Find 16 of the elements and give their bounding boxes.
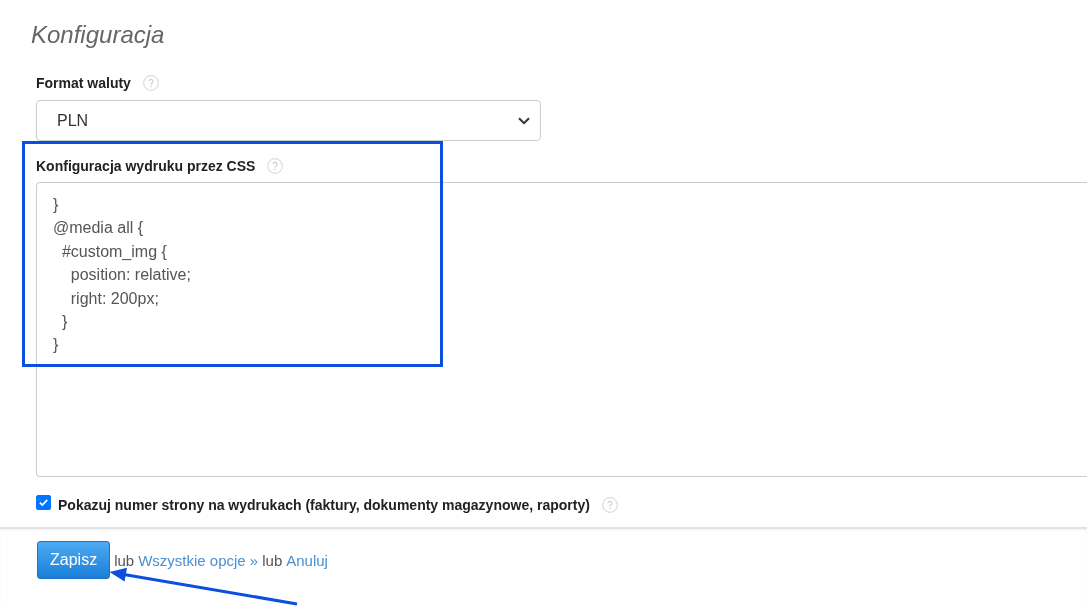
field-label: Konfiguracja wydruku przez CSS	[36, 157, 256, 176]
currency-select[interactable]: PLN	[36, 100, 541, 141]
link[interactable]: Anuluj	[286, 551, 328, 569]
page-title: Konfiguracja	[31, 21, 165, 49]
help-icon[interactable]	[267, 158, 284, 174]
chevron-down-icon	[518, 116, 530, 125]
field-label: Format waluty	[36, 74, 131, 93]
help-icon[interactable]	[601, 497, 618, 513]
separator-text: lub	[262, 551, 283, 569]
help-icon[interactable]	[142, 75, 159, 91]
separator-text: lub	[114, 551, 135, 569]
save-button[interactable]: Zapisz	[37, 541, 111, 579]
css-textarea[interactable]: } @media all { #custom_img { position: relative; right: 200px; } }	[36, 182, 1087, 477]
checkbox-label: Pokazuj numer strony na wydrukach (faktury, dokumenty magazynowe, raporty)	[58, 497, 590, 513]
checkbox[interactable]	[36, 494, 51, 510]
link[interactable]: Wszystkie opcje »	[138, 551, 259, 569]
